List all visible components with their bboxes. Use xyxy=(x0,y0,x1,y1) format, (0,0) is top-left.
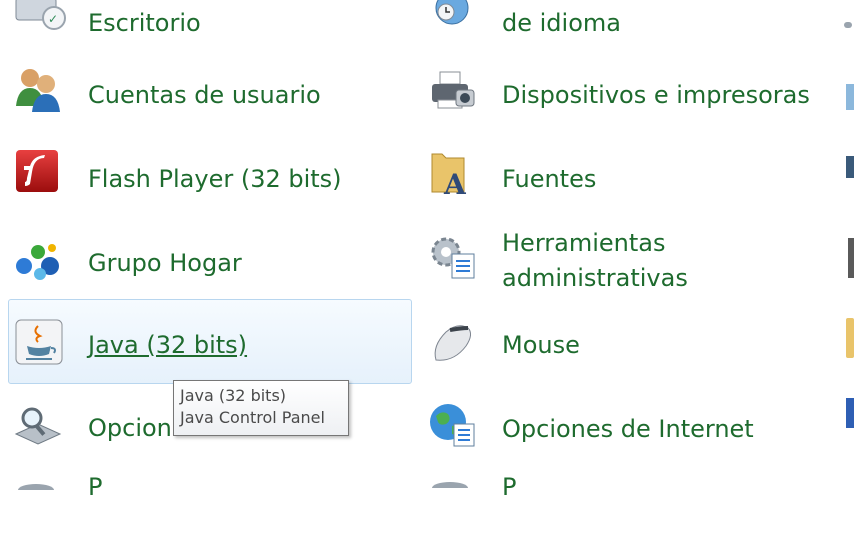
control-panel-item-fuentes[interactable]: A Fuentes xyxy=(424,146,824,210)
item-label: Opciones de Internet xyxy=(502,415,754,443)
edge-icon-5 xyxy=(842,318,854,362)
item-label: Opcion xyxy=(88,414,172,442)
user-accounts-icon xyxy=(16,69,60,112)
devices-printers-icon xyxy=(432,71,475,109)
region-language-icon xyxy=(435,0,469,25)
homegroup-icon xyxy=(16,244,59,280)
java-icon xyxy=(15,319,63,365)
item-label: P xyxy=(502,473,517,501)
item-label: de idioma xyxy=(502,9,621,37)
item-label: Dispositivos e impresoras xyxy=(502,81,810,109)
item-label: P xyxy=(88,473,103,501)
svg-text:✓: ✓ xyxy=(48,12,58,26)
item-label: Mouse xyxy=(502,331,580,359)
control-panel-item-partial-2[interactable]: P xyxy=(424,473,624,538)
control-panel-item-opciones-de-internet[interactable]: Opciones de Internet xyxy=(424,396,824,460)
edge-icon-6 xyxy=(842,398,854,432)
control-panel-item-opciones-partial[interactable]: Opcion xyxy=(10,396,190,460)
item-label: Grupo Hogar xyxy=(88,249,242,277)
tooltip-description: Java Control Panel xyxy=(180,408,325,427)
fonts-folder-icon: A xyxy=(431,153,467,196)
tooltip-title: Java (32 bits) xyxy=(180,386,287,405)
control-panel-item-partial[interactable]: P xyxy=(10,473,190,538)
item-label: Fuentes xyxy=(502,165,597,193)
control-panel-item-idioma[interactable]: de idioma xyxy=(424,0,824,58)
flash-player-icon xyxy=(16,150,58,192)
svg-text:A: A xyxy=(443,168,467,196)
control-panel-item-dispositivos-e-impresoras[interactable]: Dispositivos e impresoras xyxy=(424,62,824,126)
item-label: Escritorio xyxy=(88,9,201,37)
partial-icon xyxy=(432,482,468,488)
item-label: Flash Player (32 bits) xyxy=(88,165,342,193)
control-panel-item-grupo-hogar[interactable]: Grupo Hogar xyxy=(10,230,390,294)
mouse-icon xyxy=(434,325,472,361)
control-panel-item-escritorio[interactable]: ✓ Escritorio xyxy=(10,0,390,58)
control-panel-item-cuentas-de-usuario[interactable]: Cuentas de usuario xyxy=(10,62,390,126)
edge-icon-1 xyxy=(842,22,854,32)
admin-tools-icon xyxy=(431,237,475,279)
edge-icon-4 xyxy=(842,238,854,282)
tooltip: Java (32 bits) Java Control Panel xyxy=(173,380,349,436)
control-panel-item-flash-player[interactable]: Flash Player (32 bits) xyxy=(10,146,390,210)
item-label-line1: Herramientas xyxy=(502,229,666,257)
edge-icon-3 xyxy=(842,156,854,182)
desktop-gadget-icon: ✓ xyxy=(15,0,66,30)
control-panel-item-herramientas-administrativas[interactable]: Herramientas administrativas xyxy=(424,228,824,298)
control-panel-item-mouse[interactable]: Mouse xyxy=(424,314,824,378)
item-label-line2: administrativas xyxy=(502,264,688,292)
partial-icon xyxy=(18,484,54,490)
internet-options-icon xyxy=(430,404,475,447)
item-label: Cuentas de usuario xyxy=(88,81,321,109)
indexing-options-icon xyxy=(14,407,62,445)
control-panel-item-java[interactable]: Java (32 bits) xyxy=(10,314,390,378)
edge-icon-2 xyxy=(842,84,854,114)
item-label: Java (32 bits) xyxy=(88,331,248,359)
